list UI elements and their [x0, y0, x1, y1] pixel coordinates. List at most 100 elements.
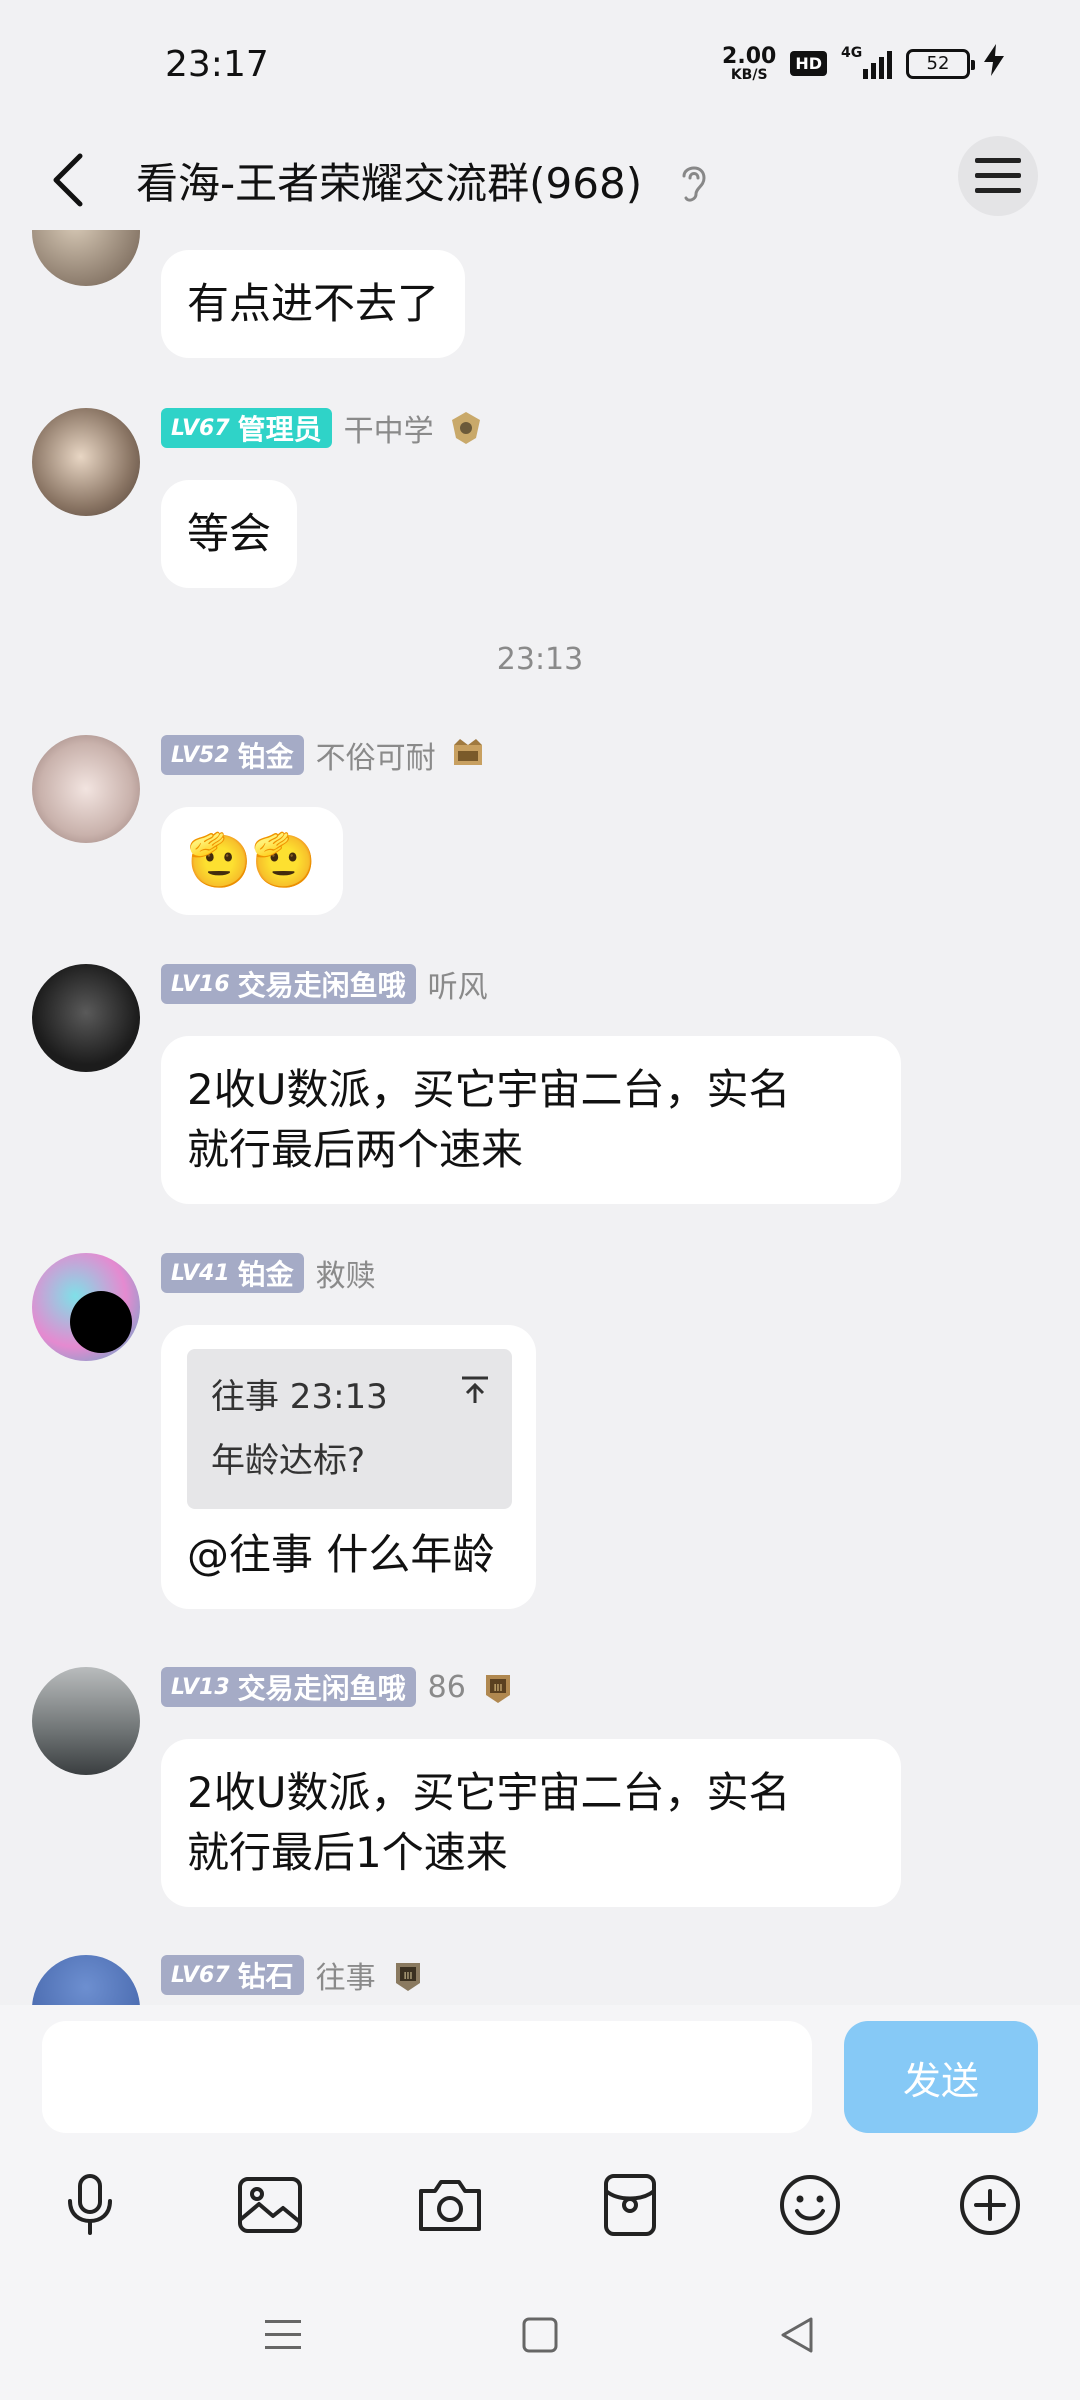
- hd-icon: HD: [790, 51, 827, 76]
- message-meta: LV16 交易走闲鱼哦 听风: [161, 962, 488, 1006]
- red-packet-button[interactable]: [590, 2165, 670, 2245]
- avatar[interactable]: [32, 1667, 140, 1775]
- badge-level: LV16: [171, 971, 230, 997]
- battery-icon: 52: [906, 48, 975, 79]
- sender-name[interactable]: 往事: [316, 1953, 376, 1997]
- menu-icon: [265, 2320, 301, 2349]
- red-packet-icon: [604, 2174, 656, 2236]
- back-button[interactable]: [36, 148, 100, 212]
- svg-text:III: III: [493, 1683, 502, 1694]
- message-bubble[interactable]: 2收U数派，买它宇宙二台，实名 就行最后两个速来: [161, 1036, 901, 1204]
- home-button[interactable]: [500, 2295, 580, 2375]
- home-square-icon: [522, 2317, 558, 2353]
- badge-title: 交易走闲鱼哦: [237, 969, 406, 1002]
- group-menu-button[interactable]: [958, 136, 1038, 216]
- message-bubble[interactable]: 等会: [161, 480, 298, 588]
- message-line: 就行最后1个速来: [187, 1828, 508, 1877]
- recents-button[interactable]: [243, 2295, 323, 2375]
- sender-name[interactable]: 不俗可耐: [316, 733, 436, 777]
- camera-button[interactable]: [410, 2165, 490, 2245]
- message-composer: 发送: [0, 2005, 1080, 2270]
- badge-title: 铂金: [237, 740, 294, 773]
- emoji-button[interactable]: [770, 2165, 850, 2245]
- charging-icon: [984, 44, 1004, 83]
- level-badge: LV41 铂金: [161, 1253, 304, 1293]
- quote-header: 往事 23:13: [211, 1377, 388, 1417]
- sender-name[interactable]: 救赎: [316, 1251, 376, 1295]
- time-separator: 23:13: [496, 642, 584, 677]
- message-bubble[interactable]: 2收U数派，买它宇宙二台，实名 就行最后1个速来: [161, 1739, 901, 1907]
- image-icon: [238, 2177, 302, 2233]
- group-title[interactable]: 看海-王者荣耀交流群(968): [136, 150, 642, 211]
- badge-level: LV41: [171, 1260, 230, 1286]
- sender-name[interactable]: 86: [428, 1670, 466, 1705]
- message-meta: LV41 铂金 救赎: [161, 1251, 376, 1295]
- message-input[interactable]: [42, 2021, 812, 2133]
- svg-text:III: III: [403, 1971, 412, 1982]
- network-type: 4G: [841, 44, 863, 61]
- hamburger-icon: [975, 158, 1021, 193]
- quote-text: 年龄达标?: [211, 1441, 366, 1481]
- badge-level: LV52: [171, 742, 230, 768]
- message-line: 2收U数派，买它宇宙二台，实名: [187, 1065, 791, 1114]
- badge-level: LV13: [171, 1674, 230, 1700]
- message-meta: LV67 钻石 往事 III: [161, 1953, 428, 1997]
- sender-name[interactable]: 干中学: [344, 406, 434, 450]
- rank-emblem-icon: III: [395, 1963, 420, 1991]
- system-back-button[interactable]: [757, 2295, 837, 2375]
- message-meta: LV13 交易走闲鱼哦 86 III: [161, 1667, 518, 1707]
- avatar[interactable]: [32, 408, 140, 516]
- message-bubble[interactable]: 往事 23:13 年龄达标? @往事 什么年龄: [161, 1325, 536, 1609]
- badge-title: 交易走闲鱼哦: [237, 1672, 406, 1705]
- status-bar: 23:17 2.00 KB/S HD 4G 52: [0, 0, 1080, 130]
- avatar[interactable]: [32, 1253, 140, 1361]
- message-meta: LV52 铂金 不俗可耐: [161, 733, 488, 777]
- signal-icon: 4G: [841, 45, 892, 79]
- badge-title: 管理员: [237, 413, 322, 446]
- message-bubble[interactable]: 有点进不去了: [161, 250, 466, 358]
- message-line: 就行最后两个速来: [187, 1125, 524, 1174]
- back-triangle-icon: [781, 2317, 813, 2353]
- level-badge: LV67 管理员: [161, 408, 332, 448]
- level-badge: LV52 铂金: [161, 735, 304, 775]
- voice-button[interactable]: [50, 2165, 130, 2245]
- network-speed-value: 2.00: [722, 43, 777, 69]
- rank-emblem-icon: [453, 739, 482, 765]
- rank-emblem-icon: III: [485, 1675, 510, 1703]
- network-speed-unit: KB/S: [730, 66, 768, 83]
- gallery-button[interactable]: [230, 2165, 310, 2245]
- avatar[interactable]: [32, 735, 140, 843]
- emoji-icon: [780, 2175, 840, 2235]
- badge-title: 铂金: [237, 1258, 294, 1291]
- jump-to-quote-icon[interactable]: [460, 1375, 490, 1405]
- message-meta: LV67 管理员 干中学: [161, 406, 486, 450]
- message-line: 2收U数派，买它宇宙二台，实名: [187, 1768, 791, 1817]
- back-arrow-icon: [53, 153, 83, 207]
- badge-title: 钻石: [237, 1960, 294, 1993]
- badge-level: LV67: [171, 415, 230, 441]
- chat-header: 看海-王者荣耀交流群(968): [0, 130, 1080, 230]
- level-badge: LV13 交易走闲鱼哦: [161, 1667, 416, 1707]
- send-button[interactable]: 发送: [844, 2021, 1038, 2133]
- status-time: 23:17: [165, 44, 269, 85]
- status-indicators: 2.00 KB/S HD 4G 52: [722, 44, 1004, 83]
- avatar[interactable]: [32, 1955, 140, 2005]
- avatar[interactable]: [32, 230, 140, 286]
- more-button[interactable]: [950, 2165, 1030, 2245]
- sender-name[interactable]: 听风: [428, 962, 488, 1006]
- chat-message-list[interactable]: 有点进不去了 LV67 管理员 干中学 等会 23:13 LV52 铂金 不俗可…: [0, 230, 1080, 2005]
- avatar[interactable]: [32, 964, 140, 1072]
- message-bubble[interactable]: 🫡🫡: [161, 807, 343, 915]
- ear-icon[interactable]: [676, 160, 712, 204]
- badge-level: LV67: [171, 1962, 230, 1988]
- microphone-icon: [68, 2174, 112, 2235]
- battery-level: 52: [926, 53, 950, 74]
- plus-icon: [960, 2175, 1020, 2235]
- message-text: @往事 什么年龄: [187, 1530, 495, 1579]
- rank-emblem-icon: [451, 412, 480, 444]
- composer-toolbar: [0, 2165, 1080, 2245]
- camera-icon: [419, 2180, 481, 2231]
- system-navigation-bar: [0, 2270, 1080, 2400]
- quoted-message[interactable]: 往事 23:13 年龄达标?: [187, 1349, 512, 1509]
- network-speed: 2.00 KB/S: [722, 43, 777, 83]
